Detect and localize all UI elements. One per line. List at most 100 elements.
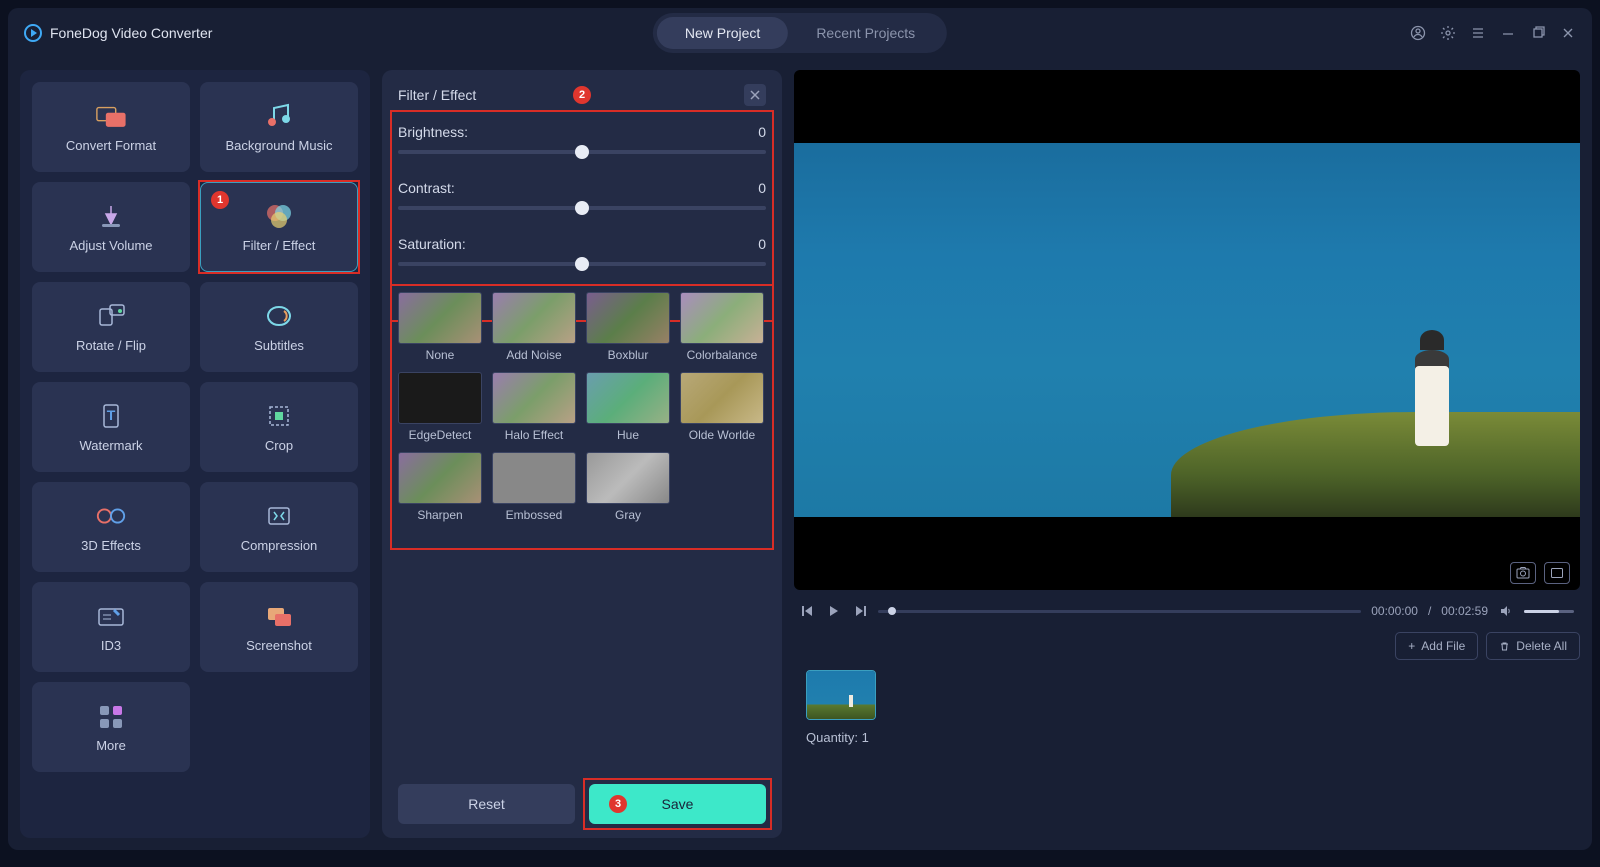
tool-label: Filter / Effect xyxy=(243,238,316,253)
tool-id3[interactable]: ID3 xyxy=(32,582,190,672)
brightness-value: 0 xyxy=(758,124,766,140)
tool-watermark[interactable]: TWatermark xyxy=(32,382,190,472)
tool-convert-format[interactable]: Convert Format xyxy=(32,82,190,172)
titlebar: FoneDog Video Converter New Project Rece… xyxy=(8,8,1592,58)
filter-none[interactable]: None xyxy=(398,292,482,362)
reset-button[interactable]: Reset xyxy=(398,784,575,824)
tool-more[interactable]: More xyxy=(32,682,190,772)
close-panel-button[interactable] xyxy=(744,84,766,106)
plus-icon: + xyxy=(1408,639,1415,653)
filter-thumbnail xyxy=(398,452,482,504)
tab-recent-projects[interactable]: Recent Projects xyxy=(788,17,943,49)
panel-footer: Reset 3 Save xyxy=(398,784,766,824)
saturation-slider[interactable]: Saturation:0 xyxy=(398,236,766,266)
volume-icon[interactable] xyxy=(1498,605,1514,617)
prev-button[interactable] xyxy=(800,606,816,616)
filter-halo-effect[interactable]: Halo Effect xyxy=(492,372,576,442)
brightness-slider[interactable]: Brightness: 0 xyxy=(398,124,766,154)
filter-boxblur[interactable]: Boxblur xyxy=(586,292,670,362)
filter-olde-worlde[interactable]: Olde Worlde xyxy=(680,372,764,442)
contrast-value: 0 xyxy=(758,180,766,196)
background-music-icon xyxy=(263,102,295,130)
tool-background-music[interactable]: Background Music xyxy=(200,82,358,172)
filter-sharpen[interactable]: Sharpen xyxy=(398,452,482,522)
tool-label: Crop xyxy=(265,438,293,453)
annotation-badge-2: 2 xyxy=(573,86,591,104)
tool-filter-effect[interactable]: Filter / Effect1 xyxy=(200,182,358,272)
filter-thumbnail xyxy=(586,292,670,344)
filter-label: Hue xyxy=(617,428,639,442)
menu-icon[interactable] xyxy=(1470,25,1486,41)
convert-format-icon xyxy=(95,102,127,130)
panel-header: Filter / Effect 2 xyxy=(398,84,766,106)
time-total: 00:02:59 xyxy=(1441,604,1488,618)
filter-effect-panel: Filter / Effect 2 Brightness: 0 Contrast:… xyxy=(382,70,782,838)
rotate-flip-icon xyxy=(95,302,127,330)
minimize-icon[interactable] xyxy=(1500,25,1516,41)
compression-icon xyxy=(263,502,295,530)
fullscreen-button[interactable] xyxy=(1544,562,1570,584)
screenshot-icon xyxy=(263,602,295,630)
add-file-label: Add File xyxy=(1421,639,1465,653)
play-button[interactable] xyxy=(826,606,842,616)
filter-thumbnail xyxy=(398,292,482,344)
quantity-display: Quantity: 1 xyxy=(794,730,1580,745)
filter-colorbalance[interactable]: Colorbalance xyxy=(680,292,764,362)
filter-thumbnail xyxy=(398,372,482,424)
tool-label: More xyxy=(96,738,126,753)
file-thumbnail[interactable] xyxy=(806,670,876,720)
filter-thumbnail xyxy=(680,292,764,344)
tool-label: 3D Effects xyxy=(81,538,141,553)
next-button[interactable] xyxy=(852,606,868,616)
tool-screenshot[interactable]: Screenshot xyxy=(200,582,358,672)
volume-slider[interactable] xyxy=(1524,610,1574,613)
tool-3d-effects[interactable]: 3D Effects xyxy=(32,482,190,572)
seek-bar[interactable] xyxy=(878,610,1361,613)
close-icon[interactable] xyxy=(1560,25,1576,41)
save-button[interactable]: 3 Save xyxy=(589,784,766,824)
tool-rotate-flip[interactable]: Rotate / Flip xyxy=(32,282,190,372)
file-area: + Add File Delete All Quantity: 1 xyxy=(794,632,1580,838)
filter-hue[interactable]: Hue xyxy=(586,372,670,442)
maximize-icon[interactable] xyxy=(1530,25,1546,41)
tool-label: Rotate / Flip xyxy=(76,338,146,353)
tool-label: ID3 xyxy=(101,638,121,653)
filter-label: Halo Effect xyxy=(505,428,563,442)
video-preview xyxy=(794,70,1580,590)
crop-icon xyxy=(263,402,295,430)
filter-label: Gray xyxy=(615,508,641,522)
tool-subtitles[interactable]: Subtitles xyxy=(200,282,358,372)
file-actions: + Add File Delete All xyxy=(794,632,1580,660)
settings-icon[interactable] xyxy=(1440,25,1456,41)
filter-label: Colorbalance xyxy=(687,348,758,362)
time-current: 00:00:00 xyxy=(1371,604,1418,618)
filter-label: Boxblur xyxy=(608,348,649,362)
account-icon[interactable] xyxy=(1410,25,1426,41)
save-button-label: Save xyxy=(662,796,694,812)
panel-title: Filter / Effect xyxy=(398,87,476,103)
filter-label: Add Noise xyxy=(506,348,561,362)
file-thumbnails xyxy=(794,670,1580,720)
filter-gray[interactable]: Gray xyxy=(586,452,670,522)
delete-all-button[interactable]: Delete All xyxy=(1486,632,1580,660)
filter-embossed[interactable]: Embossed xyxy=(492,452,576,522)
screenshot-preview-button[interactable] xyxy=(1510,562,1536,584)
filter-thumbnail xyxy=(492,372,576,424)
trash-icon xyxy=(1499,641,1510,652)
brightness-label: Brightness: xyxy=(398,124,468,140)
tool-crop[interactable]: Crop xyxy=(200,382,358,472)
tool-adjust-volume[interactable]: Adjust Volume xyxy=(32,182,190,272)
tab-new-project[interactable]: New Project xyxy=(657,17,788,49)
preview-controls xyxy=(1510,562,1570,584)
filter-edgedetect[interactable]: EdgeDetect xyxy=(398,372,482,442)
playback-bar: 00:00:00 / 00:02:59 xyxy=(794,600,1580,622)
watermark-icon: T xyxy=(95,402,127,430)
contrast-slider[interactable]: Contrast:0 xyxy=(398,180,766,210)
right-panel: 00:00:00 / 00:02:59 + Add File Delete All… xyxy=(794,70,1580,838)
filter-thumbnail xyxy=(680,372,764,424)
tool-compression[interactable]: Compression xyxy=(200,482,358,572)
add-file-button[interactable]: + Add File xyxy=(1395,632,1478,660)
tool-label: Compression xyxy=(241,538,318,553)
tool-label: Convert Format xyxy=(66,138,156,153)
filter-add-noise[interactable]: Add Noise xyxy=(492,292,576,362)
